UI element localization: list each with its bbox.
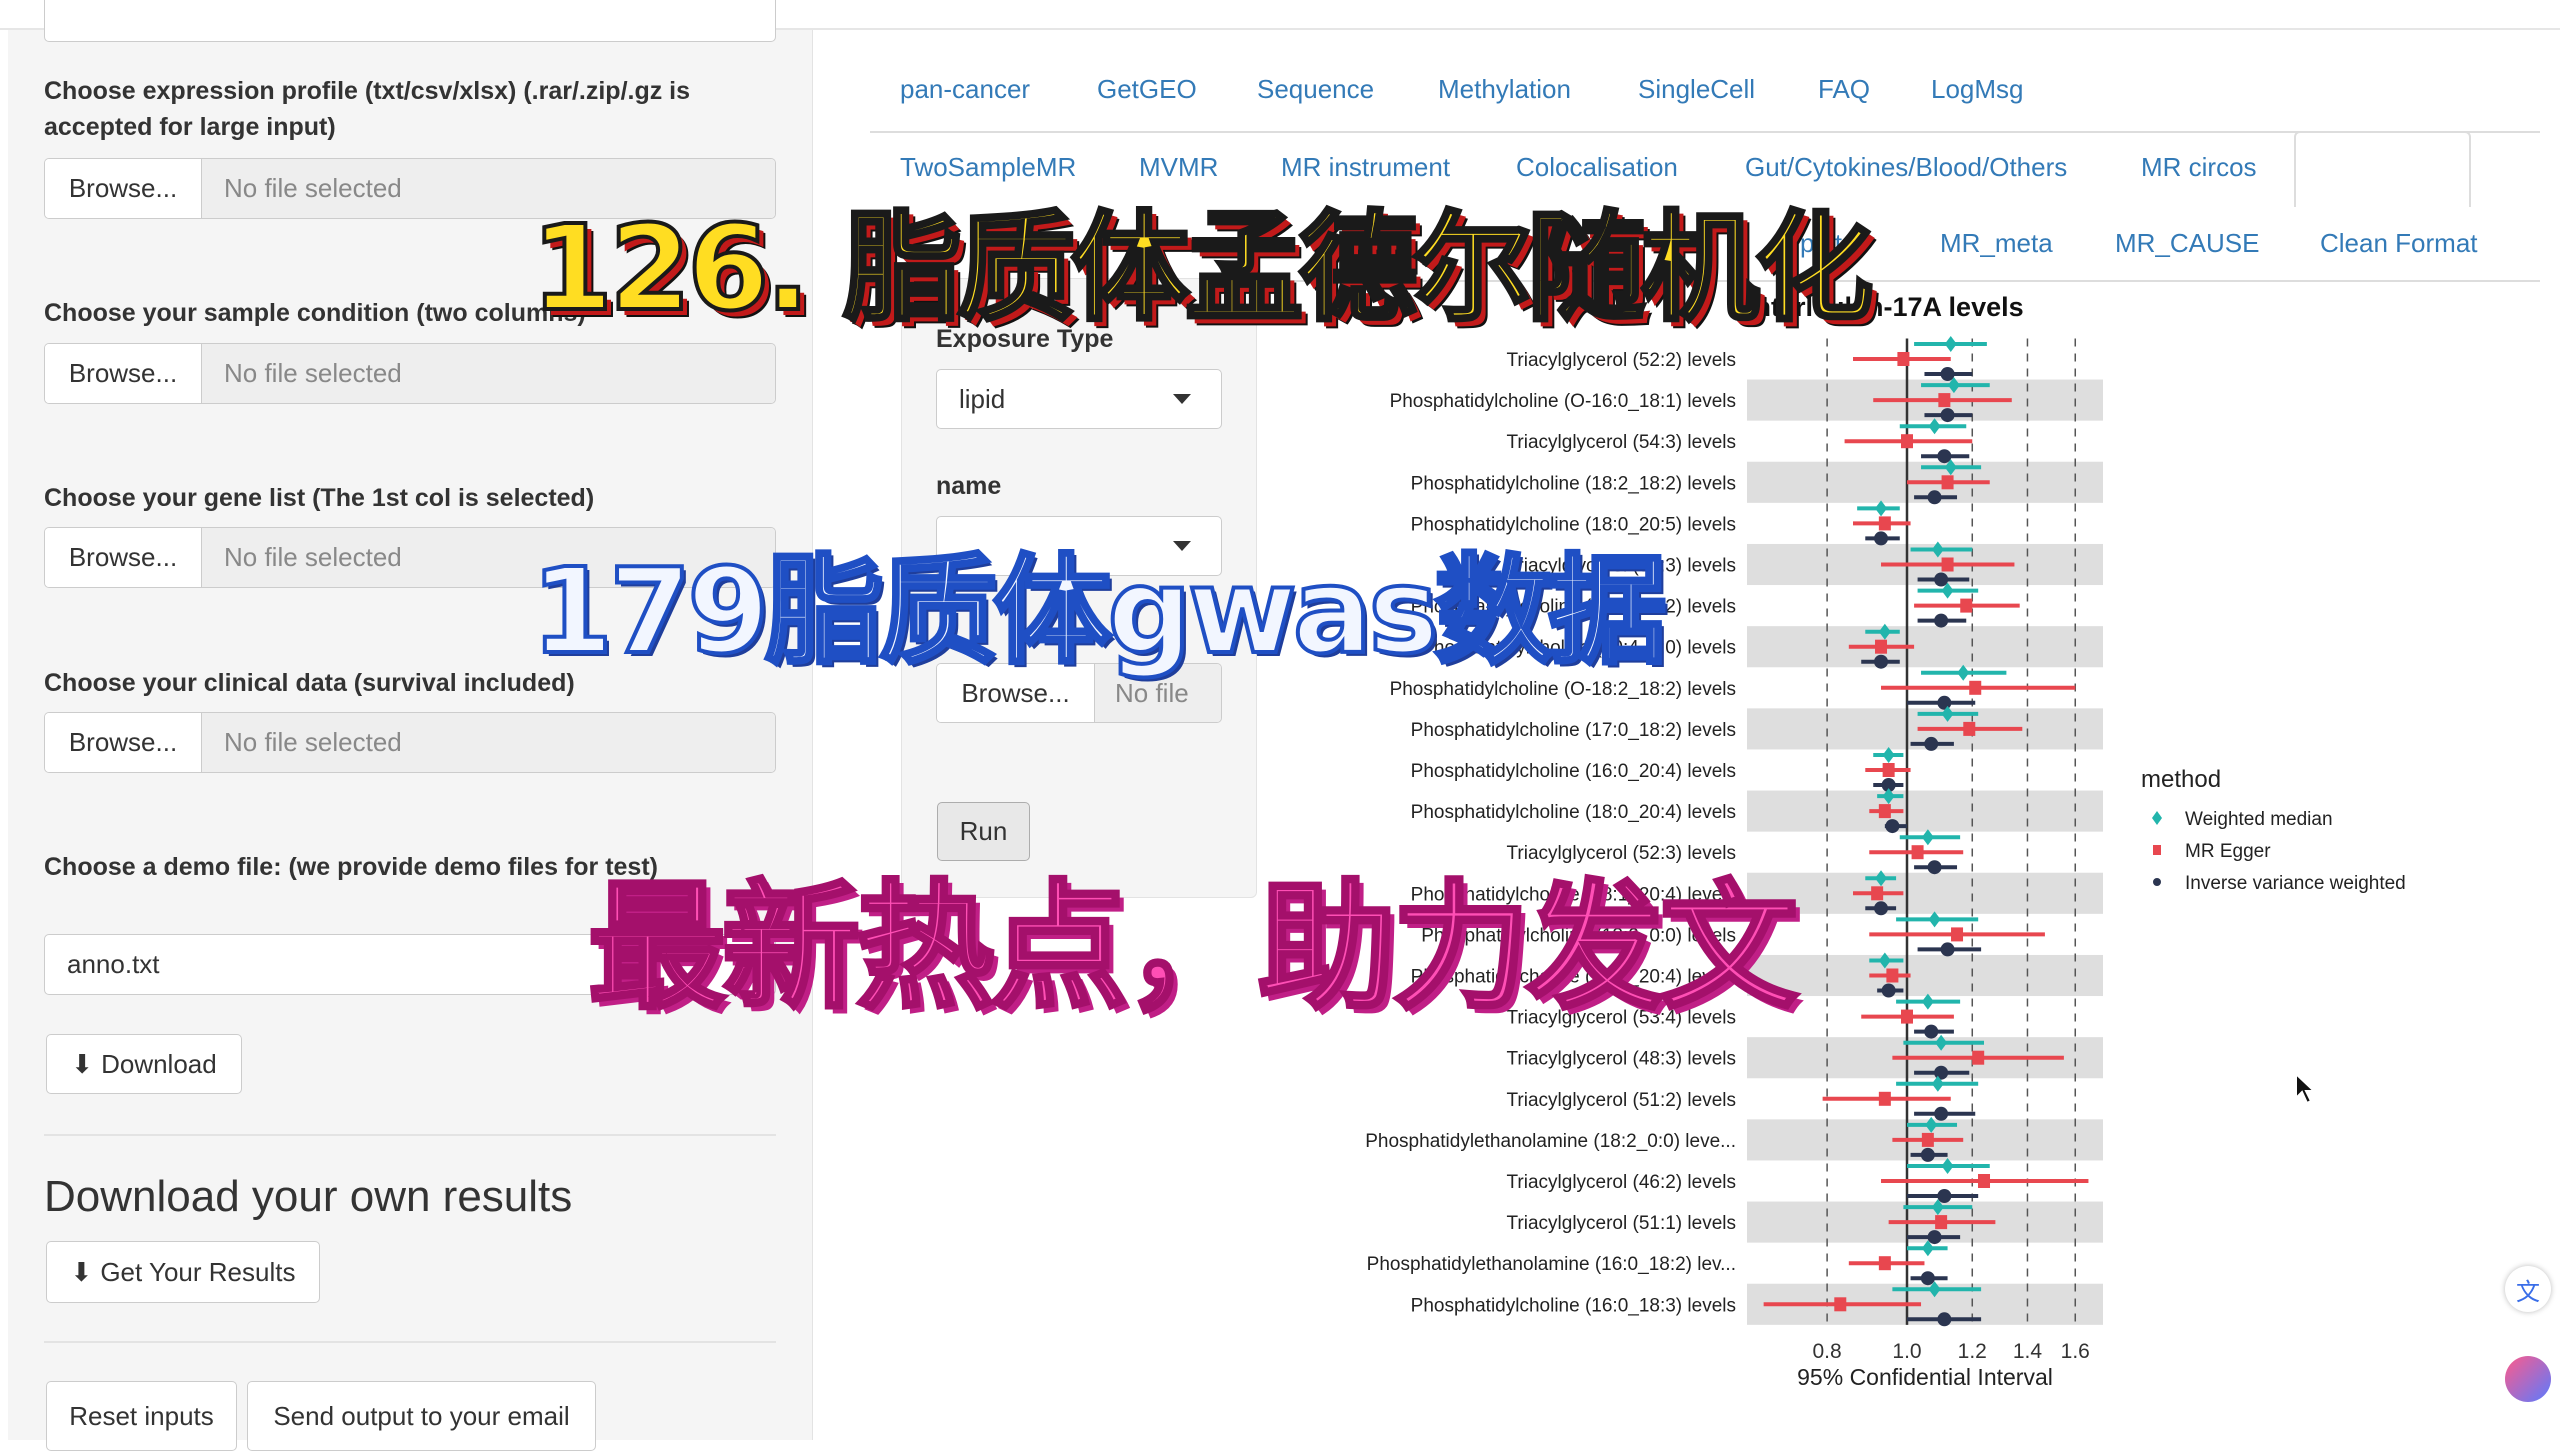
ivw-point: [1874, 531, 1889, 546]
row-label: Triacylglycerol (48:3) levels: [1507, 1049, 1736, 1070]
egger-point: [1978, 1174, 1991, 1188]
ivw-point: [1881, 983, 1896, 998]
egger-point: [1886, 968, 1899, 983]
caption-title: 126. 脂质体孟德尔随机化: [529, 197, 1875, 339]
row-band: [1747, 626, 2103, 668]
row-band: [1747, 954, 2103, 997]
egger-point: [1878, 516, 1891, 531]
row-label: Phosphatidylethanolamine (18:2_0:0) leve…: [1365, 1131, 1736, 1152]
x-tick-label: 1.4: [2013, 1340, 2043, 1363]
row-label: Phosphatidylcholine (16:0_18:3) levels: [1411, 1295, 1736, 1316]
row-label: Phosphatidylethanolamine (16:0_18:2) lev…: [1367, 1254, 1736, 1275]
egger-point: [1941, 475, 1954, 490]
row-label: Phosphatidylcholine (16:0_20:4) levels: [1411, 761, 1736, 782]
ivw-point: [1937, 449, 1952, 464]
egger-point: [1897, 352, 1910, 366]
egger-point: [1882, 763, 1895, 777]
ivw-point: [1937, 695, 1952, 710]
ivw-point: [1940, 942, 1955, 957]
ivw-point: [1940, 408, 1955, 423]
legend-label: Weighted median: [2185, 809, 2333, 830]
egger-point: [1969, 680, 1982, 695]
egger-point: [1834, 1297, 1847, 1312]
ivw-point: [1940, 367, 1955, 381]
legend-label: MR Egger: [2185, 841, 2271, 862]
egger-point: [1878, 1256, 1891, 1271]
egger-point: [1935, 1215, 1948, 1230]
legend-label: Inverse variance weighted: [2185, 873, 2406, 894]
row-label: Phosphatidylcholine (17:0_18:2) levels: [1411, 720, 1736, 741]
row-label: Phosphatidylcholine (O-16:0_18:1) levels: [1390, 391, 1736, 412]
assistant-icon[interactable]: [2505, 1356, 2551, 1402]
egger-point: [1875, 639, 1888, 654]
ivw-point: [1920, 1147, 1935, 1162]
legend-key-ivw: [2153, 878, 2161, 886]
x-axis-label: 95% Confidential Interval: [1797, 1364, 2053, 1390]
egger-point: [1951, 927, 1964, 942]
ivw-point: [1924, 1024, 1939, 1039]
row-label: Triacylglycerol (51:1) levels: [1507, 1213, 1736, 1234]
legend-key-egger: [2153, 845, 2161, 855]
wm-point: [1944, 336, 1957, 352]
egger-point: [1901, 1009, 1913, 1024]
ivw-point: [1920, 1271, 1935, 1286]
legend-key-wm: [2152, 811, 2162, 825]
ivw-point: [1874, 654, 1889, 669]
egger-point: [1938, 393, 1951, 408]
x-tick-label: 1.0: [1892, 1340, 1921, 1363]
ivw-point: [1885, 819, 1900, 834]
translate-icon[interactable]: 文: [2505, 1266, 2551, 1312]
caption-subtitle: 179脂质体gwas数据: [529, 540, 1669, 682]
row-label: Triacylglycerol (54:3) levels: [1507, 432, 1736, 453]
ivw-point: [1934, 572, 1949, 587]
x-tick-label: 1.2: [1958, 1340, 1987, 1363]
ivw-point: [1934, 613, 1949, 628]
ivw-point: [1934, 1065, 1949, 1080]
egger-point: [1901, 434, 1913, 449]
row-band: [1747, 790, 2103, 832]
egger-point: [1871, 886, 1884, 901]
egger-point: [1878, 1091, 1891, 1106]
caption-tagline: 最新热点，助力发文: [586, 865, 1800, 1030]
mouse-cursor-icon: [2295, 1072, 2317, 1105]
x-tick-label: 0.8: [1813, 1340, 1842, 1363]
row-label: Phosphatidylcholine (18:2_18:2) levels: [1411, 473, 1736, 494]
egger-point: [1911, 845, 1924, 860]
egger-point: [1960, 598, 1973, 613]
ivw-point: [1934, 1106, 1949, 1121]
row-band: [1747, 872, 2103, 914]
ivw-point: [1874, 901, 1889, 916]
ivw-point: [1927, 1230, 1942, 1245]
row-label: Triacylglycerol (51:2) levels: [1507, 1090, 1736, 1111]
ivw-point: [1927, 860, 1942, 875]
egger-point: [1963, 721, 1976, 736]
egger-point: [1878, 804, 1891, 819]
egger-point: [1941, 557, 1954, 572]
row-label: Triacylglycerol (46:2) levels: [1507, 1172, 1736, 1193]
x-tick-label: 1.6: [2061, 1340, 2090, 1363]
row-label: Phosphatidylcholine (18:0_20:4) levels: [1411, 802, 1736, 823]
egger-point: [1972, 1050, 1985, 1065]
ivw-point: [1937, 1312, 1952, 1327]
ivw-point: [1937, 1189, 1952, 1203]
ivw-point: [1924, 736, 1939, 751]
legend-title: method: [2141, 766, 2221, 793]
row-label: Triacylglycerol (52:2) levels: [1507, 350, 1736, 371]
ivw-point: [1927, 490, 1942, 505]
egger-point: [1921, 1132, 1934, 1147]
